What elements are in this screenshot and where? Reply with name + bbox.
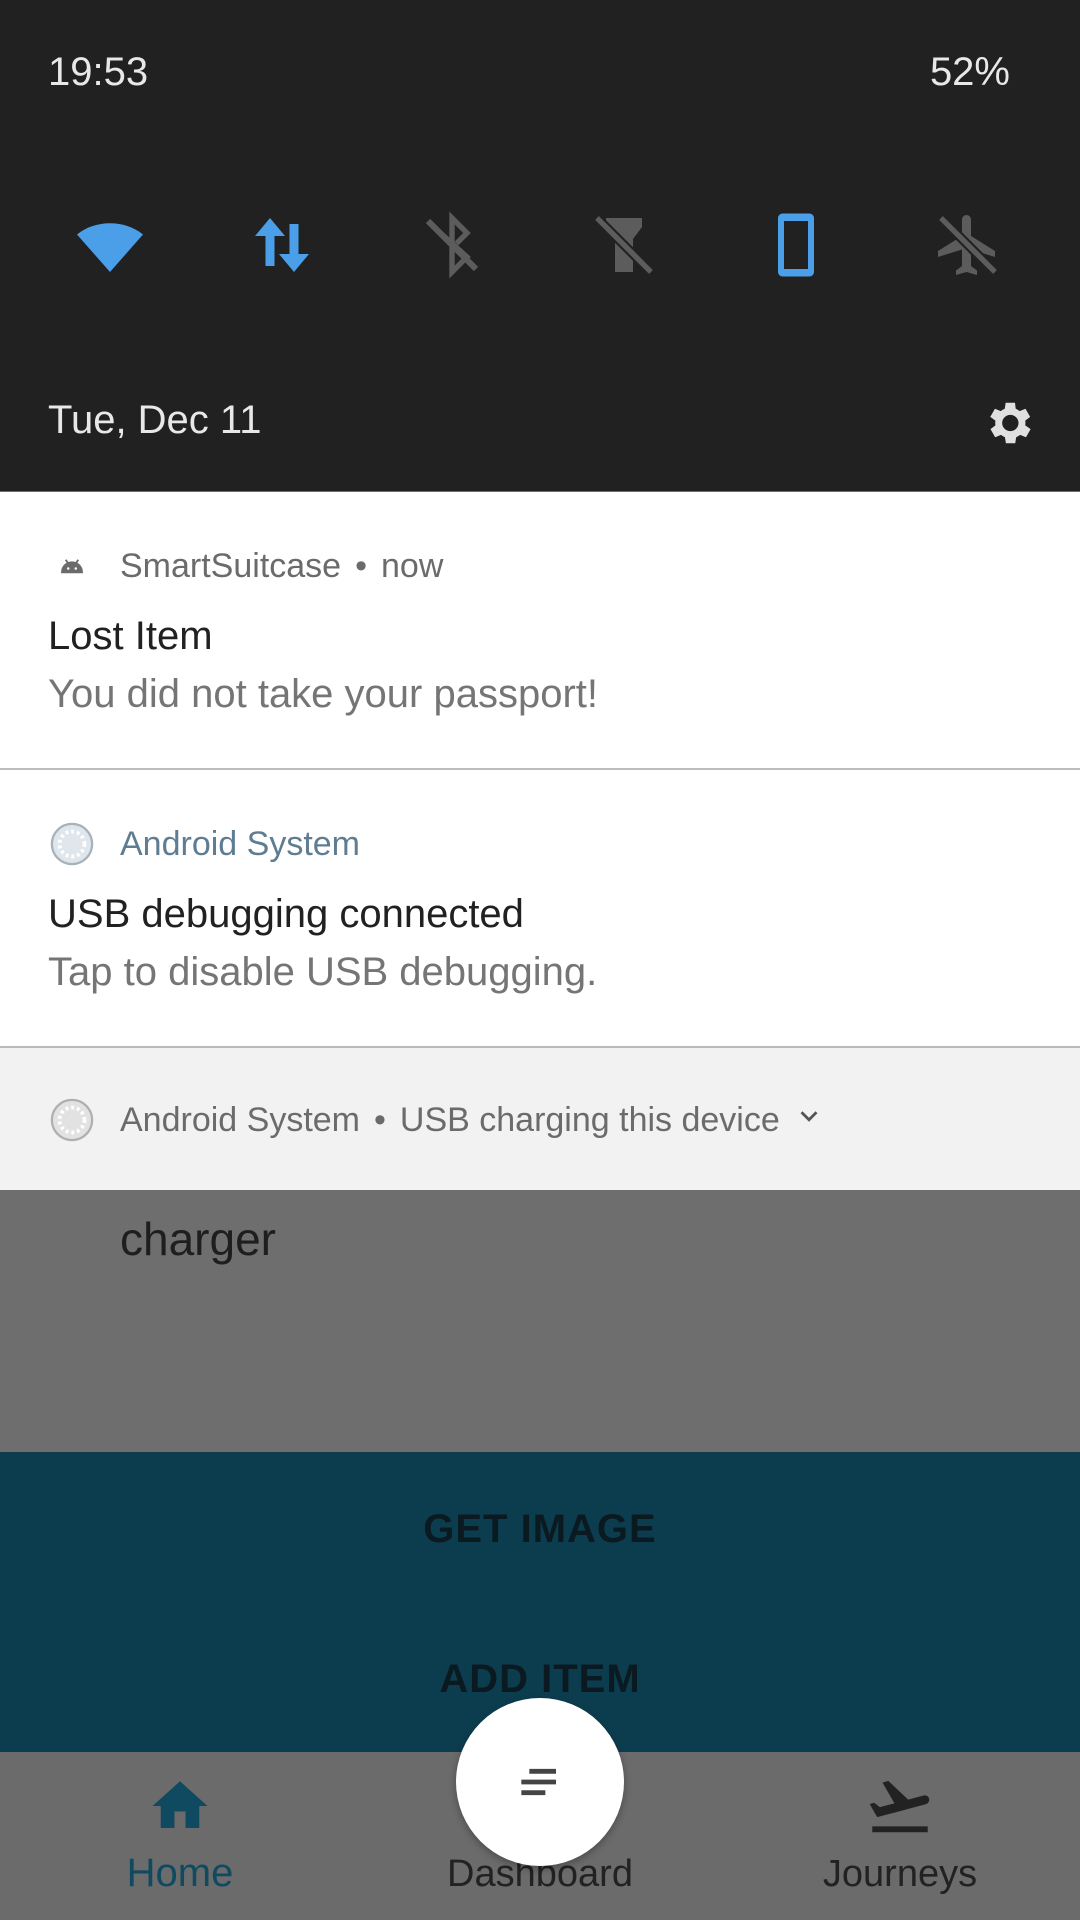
list-item[interactable]: charger: [120, 1212, 276, 1266]
home-icon: [152, 1781, 208, 1828]
dashboard-fab[interactable]: [456, 1698, 624, 1866]
notification-smartsuitcase[interactable]: SmartSuitcase • now Lost Item You did no…: [0, 492, 1080, 770]
airplane-off-icon: [937, 214, 999, 276]
mobile-data-tile[interactable]: [232, 200, 332, 290]
flashlight-off-icon: [593, 214, 655, 276]
flight-takeoff-icon: [869, 1780, 930, 1833]
settings-gear-icon[interactable]: [980, 395, 1036, 451]
notification-usb-debugging[interactable]: Android System USB debugging connected T…: [0, 770, 1080, 1048]
notification-text: You did not take your passport!: [48, 672, 598, 716]
status-time: 19:53: [48, 50, 149, 94]
auto-rotate-tile[interactable]: [746, 200, 846, 290]
quick-settings-tiles: [0, 200, 1080, 290]
bluetooth-tile[interactable]: [402, 200, 502, 290]
separator-dot: •: [374, 1100, 386, 1139]
notification-app-name: Android System: [120, 824, 360, 863]
battery-percentage: 52%: [929, 50, 1010, 94]
android-robot-icon: [48, 542, 96, 590]
notification-summary: USB charging this device: [399, 1100, 780, 1139]
notification-header: Android System: [48, 820, 360, 868]
notification-usb-charging[interactable]: Android System • USB charging this devic…: [0, 1048, 1080, 1190]
quick-settings-panel: 19:53 52% Tue, Dec 11: [0, 0, 1080, 491]
notification-title: Lost Item: [48, 614, 213, 658]
wifi-tile[interactable]: [60, 200, 160, 290]
notification-header: SmartSuitcase • now: [48, 542, 443, 590]
notes-lines-icon: [521, 1768, 556, 1796]
nav-journeys[interactable]: Journeys: [800, 1752, 1000, 1920]
android-system-icon: [48, 820, 96, 868]
data-arrows-icon: [255, 218, 309, 272]
add-item-button[interactable]: ADD ITEM: [0, 1656, 1080, 1703]
notification-time: now: [381, 546, 444, 585]
get-image-button[interactable]: GET IMAGE: [0, 1506, 1080, 1553]
nav-journeys-label: Journeys: [822, 1853, 978, 1895]
chevron-down-icon[interactable]: [794, 1101, 824, 1140]
notification-app-name: SmartSuitcase: [120, 546, 342, 585]
nav-home-label: Home: [126, 1851, 234, 1895]
notification-header: Android System • USB charging this devic…: [48, 1096, 824, 1144]
android-system-icon: [48, 1096, 96, 1144]
notification-app-name: Android System: [120, 1100, 360, 1139]
nav-home[interactable]: Home: [100, 1752, 260, 1920]
flashlight-tile[interactable]: [574, 200, 674, 290]
separator-dot: •: [355, 546, 367, 585]
bluetooth-off-icon: [425, 211, 479, 279]
notification-text: Tap to disable USB debugging.: [48, 950, 598, 994]
notification-title: USB debugging connected: [48, 892, 524, 936]
wifi-icon: [77, 223, 143, 272]
phone-portrait-icon: [778, 213, 814, 277]
airplane-mode-tile[interactable]: [918, 200, 1018, 290]
shade-date: Tue, Dec 11: [48, 398, 262, 442]
